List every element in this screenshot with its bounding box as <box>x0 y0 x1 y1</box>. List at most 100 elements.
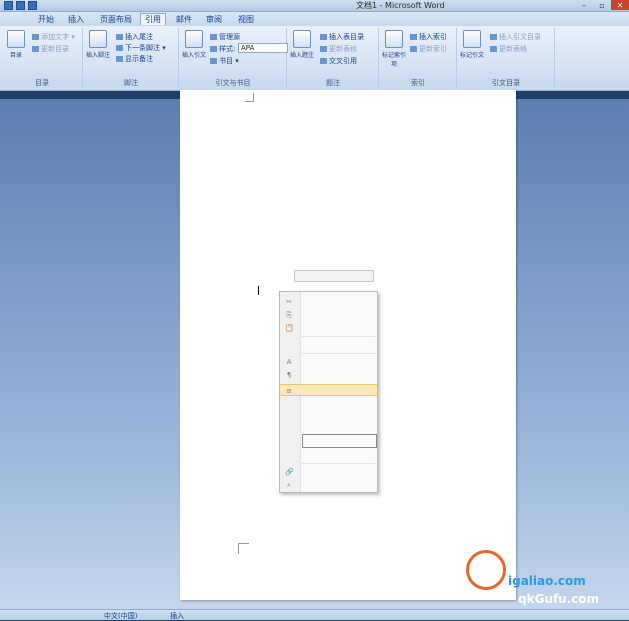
insert-table-of-authorities-button[interactable]: 插入引文目录 <box>490 32 541 42</box>
watermark-url-secondary: qkGufu.com <box>518 592 600 606</box>
doc-line <box>255 247 505 258</box>
insert-index-button[interactable]: 插入索引 <box>410 32 447 42</box>
table-of-authorities-icon <box>490 34 497 40</box>
table-of-figures-icon <box>320 34 327 40</box>
watermark-logo-icon <box>466 550 506 590</box>
doc-line <box>255 115 505 126</box>
doc-line <box>255 214 505 225</box>
add-text-button[interactable]: 添加文字 ▾ <box>32 32 75 42</box>
menu-item-font[interactable]: A <box>280 356 377 368</box>
doc-line <box>255 203 505 214</box>
mark-entry-button[interactable]: 标记索引项 <box>382 30 406 68</box>
insert-caption-button[interactable]: 插入题注 <box>290 30 314 59</box>
doc-line <box>255 225 505 236</box>
tab-home[interactable]: 开始 <box>34 14 58 25</box>
cross-reference-button[interactable]: 交叉引用 <box>320 56 357 66</box>
manage-sources-button[interactable]: 管理源 <box>210 32 240 42</box>
menu-item-9[interactable] <box>280 410 377 422</box>
update-table-icon <box>320 46 327 52</box>
doc-line <box>255 269 505 280</box>
doc-line <box>255 137 505 148</box>
doc-line <box>255 126 505 137</box>
office-button-icon[interactable] <box>4 1 13 10</box>
tab-mailings[interactable]: 邮件 <box>172 14 196 25</box>
undo-icon[interactable] <box>28 1 37 10</box>
menu-item-8[interactable] <box>280 397 377 409</box>
group-label-authorities: 引文目录 <box>458 78 554 88</box>
menu-item-13[interactable]: 🔗 <box>280 466 377 478</box>
window-title: 文档1 - Microsoft Word <box>356 1 445 10</box>
cross-reference-icon <box>320 58 327 64</box>
document-body[interactable] <box>255 93 505 280</box>
citation-style-select[interactable]: APA <box>238 43 288 53</box>
tab-insert[interactable]: 插入 <box>64 14 88 25</box>
tab-view[interactable]: 视图 <box>234 14 258 25</box>
mark-citation-button[interactable]: 标记引文 <box>460 30 484 59</box>
group-label-captions: 题注 <box>288 78 378 88</box>
update-authorities-button[interactable]: 更新表格 <box>490 44 527 54</box>
maximize-button[interactable]: ▫ <box>593 0 611 10</box>
group-label-citations: 引文与书目 <box>180 78 286 88</box>
show-notes-button[interactable]: 显示备注 <box>116 54 153 64</box>
group-index: 标记索引项 插入索引 更新索引 索引 <box>380 28 457 88</box>
insert-index-icon <box>410 34 417 40</box>
status-bar: 中文(中国) 插入 <box>0 609 629 620</box>
paragraph-icon: ¶ <box>286 371 292 379</box>
page-margin-marker <box>238 543 249 554</box>
caption-icon <box>293 30 311 48</box>
bibliography-button[interactable]: 书目 ▾ <box>210 56 239 66</box>
group-label-footnotes: 脚注 <box>84 78 178 88</box>
menu-item-4[interactable] <box>280 339 377 351</box>
doc-line <box>255 104 505 115</box>
tab-page-layout[interactable]: 页面布局 <box>96 14 136 25</box>
tab-references[interactable]: 引用 <box>140 13 166 25</box>
insert-endnote-button[interactable]: 插入尾注 <box>116 32 153 42</box>
menu-separator <box>302 463 375 464</box>
menu-item-paste[interactable]: 📋 <box>280 322 377 334</box>
menu-item-copy[interactable]: ⎘ <box>280 309 377 321</box>
toc-button[interactable]: 目录 <box>4 30 28 59</box>
status-mode[interactable]: 插入 <box>170 611 184 621</box>
font-icon: A <box>286 358 292 366</box>
update-index-button[interactable]: 更新索引 <box>410 44 447 54</box>
group-label-index: 索引 <box>380 78 456 88</box>
text-cursor <box>258 286 259 295</box>
endnote-icon <box>116 34 123 40</box>
insert-footnote-button[interactable]: 插入脚注 <box>86 30 110 59</box>
show-notes-icon <box>116 56 123 62</box>
tab-review[interactable]: 审阅 <box>202 14 226 25</box>
style-icon <box>210 46 217 52</box>
list-icon: ≡ <box>286 387 292 395</box>
ribbon-tabs: 开始 插入 页面布局 引用 邮件 审阅 视图 <box>0 12 629 26</box>
group-toc: 目录 添加文字 ▾ 更新目录 目录 <box>2 28 83 88</box>
menu-item-highlighted[interactable]: ≡ <box>280 384 377 396</box>
next-footnote-button[interactable]: 下一条脚注 ▾ <box>116 43 166 53</box>
insert-citation-button[interactable]: 插入引文 <box>182 30 206 59</box>
bibliography-icon <box>210 58 217 64</box>
window-controls: – ▫ ✕ <box>575 0 629 10</box>
doc-line <box>255 192 505 203</box>
menu-item-11[interactable] <box>302 434 377 448</box>
paste-icon: 📋 <box>285 324 294 332</box>
menu-item-12[interactable] <box>280 449 377 461</box>
menu-item-cut[interactable]: ✂ <box>280 296 377 308</box>
menu-separator <box>302 336 375 337</box>
close-button[interactable]: ✕ <box>611 0 629 10</box>
next-footnote-icon <box>116 45 123 51</box>
minimize-button[interactable]: – <box>575 0 593 10</box>
menu-item-paragraph[interactable]: ¶ <box>280 369 377 381</box>
update-table-button[interactable]: 更新表格 <box>320 44 357 54</box>
status-language[interactable]: 中文(中国) <box>104 611 137 621</box>
toc-icon <box>7 30 25 48</box>
mini-toolbar[interactable] <box>294 270 374 282</box>
update-index-icon <box>410 46 417 52</box>
group-footnotes: 插入脚注 插入尾注 下一条脚注 ▾ 显示备注 脚注 <box>84 28 179 88</box>
update-toc-button[interactable]: 更新目录 <box>32 44 69 54</box>
group-authorities: 标记引文 插入引文目录 更新表格 引文目录 <box>458 28 555 88</box>
site-watermark: igaliao.com qkGufu.com <box>460 542 629 610</box>
save-icon[interactable] <box>16 1 25 10</box>
doc-line <box>255 148 505 159</box>
mark-citation-icon <box>463 30 481 48</box>
insert-table-of-figures-button[interactable]: 插入表目录 <box>320 32 364 42</box>
menu-item-14[interactable]: ⌕ <box>280 479 377 491</box>
